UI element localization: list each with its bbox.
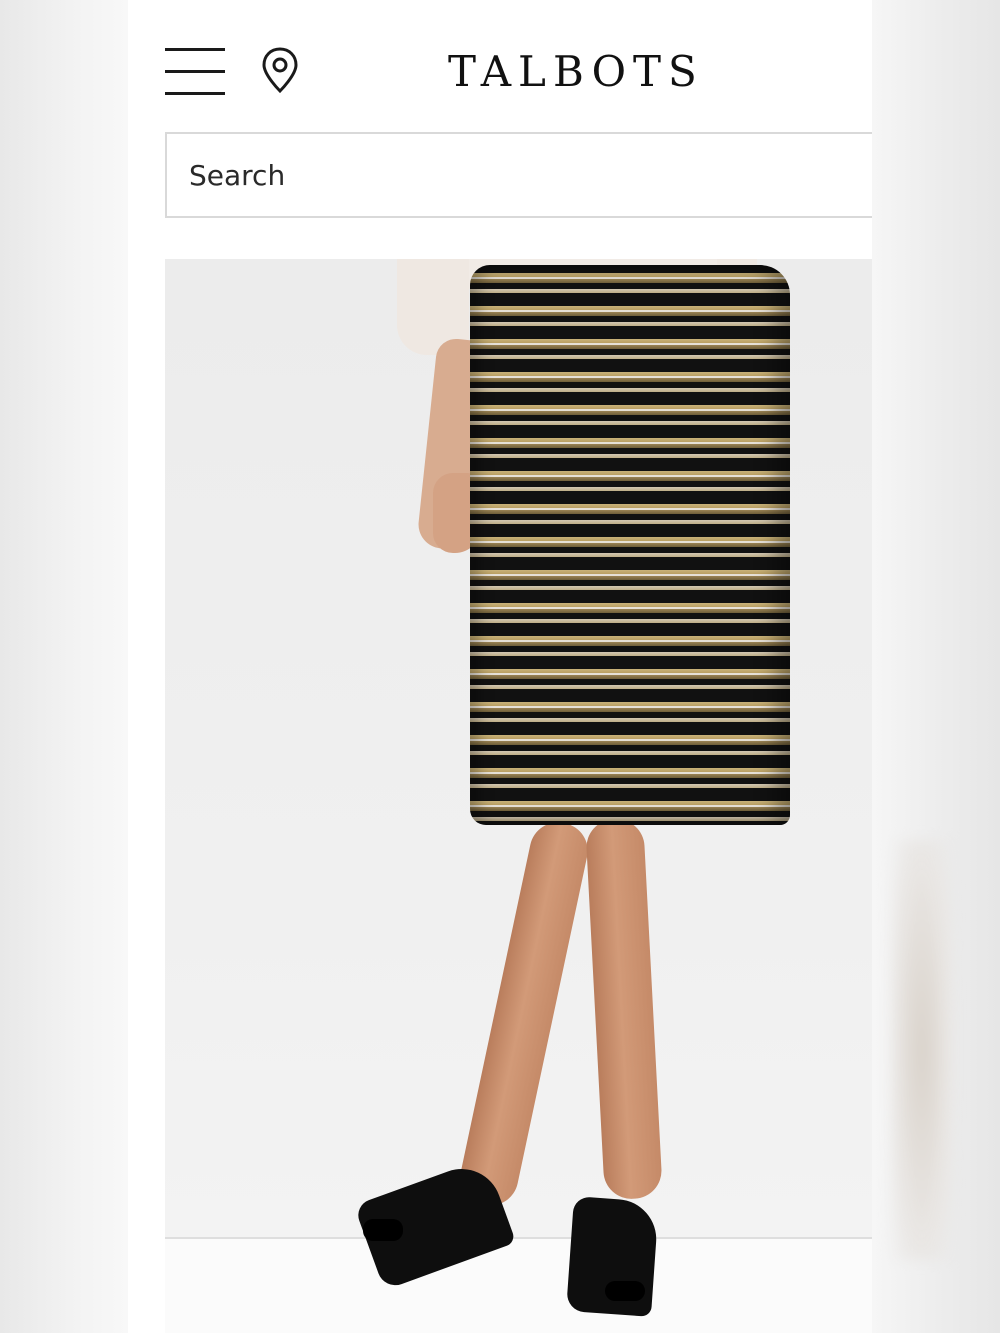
leg-left	[455, 817, 593, 1211]
store-locator-button[interactable]	[260, 46, 300, 94]
menu-button[interactable]	[165, 46, 225, 96]
leg-right	[585, 817, 663, 1201]
site-header: TALBOTS	[128, 0, 872, 130]
map-pin-icon	[262, 47, 298, 94]
shoe-bow-left	[363, 1219, 403, 1241]
striped-pencil-skirt	[470, 265, 790, 825]
product-image[interactable]	[165, 259, 872, 1333]
blurred-background-right	[872, 0, 1000, 1333]
phone-screen: TALBOTS	[128, 0, 872, 1333]
blurred-figure	[892, 840, 952, 1260]
shoe-bow-right	[605, 1281, 645, 1301]
brand-logo[interactable]: TALBOTS	[448, 44, 748, 100]
blurred-background-left	[0, 0, 128, 1333]
search-input[interactable]	[167, 134, 872, 216]
search-box[interactable]	[165, 132, 872, 218]
floor	[165, 1237, 872, 1333]
